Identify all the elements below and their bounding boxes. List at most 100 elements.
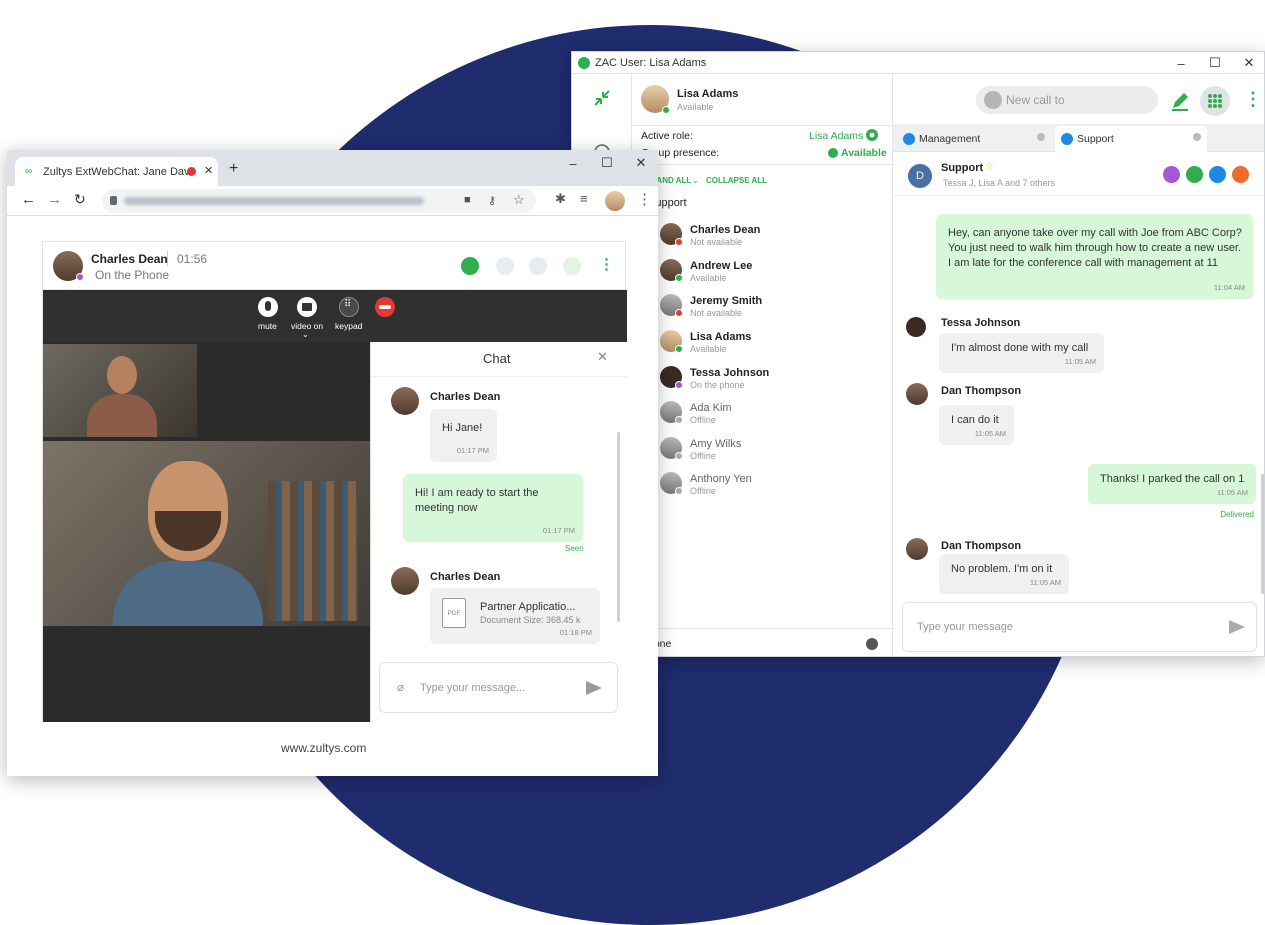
presence-offline-icon <box>675 452 683 460</box>
list-item[interactable]: Tessa Johnson On the phone <box>632 364 893 398</box>
contact-status: Offline <box>690 451 716 461</box>
chat-message-input[interactable]: ⌀ Type your message... <box>379 662 618 713</box>
forward-icon[interactable]: → <box>47 191 62 208</box>
contact-status: Offline <box>690 415 716 425</box>
my-profile[interactable]: Lisa Adams Available <box>632 74 893 126</box>
more-menu-icon[interactable]: ⋮ <box>637 190 652 208</box>
screen-share-icon[interactable] <box>1186 166 1203 183</box>
send-icon[interactable] <box>586 681 602 695</box>
remote-video[interactable] <box>43 441 370 626</box>
zac-window: ZAC User: Lisa Adams – ☐ ✕ Lisa Adams Av… <box>571 51 1265 657</box>
keypad-button[interactable]: ⠿ <box>339 297 359 317</box>
message-placeholder: Type your message <box>917 621 1013 633</box>
more-menu-icon[interactable]: ⋮ <box>599 255 614 273</box>
chat-icon[interactable] <box>461 257 479 275</box>
group-presence-value[interactable]: Available <box>841 147 887 159</box>
active-role-value[interactable]: Lisa Adams <box>809 130 863 142</box>
new-call-input[interactable]: New call to <box>976 86 1158 114</box>
list-item[interactable]: Ada Kim Offline <box>632 399 893 433</box>
minimize-button[interactable]: – <box>556 152 590 174</box>
mute-button[interactable] <box>258 297 278 317</box>
compose-pencil-icon[interactable] <box>1169 90 1191 112</box>
tab-label: Management <box>919 133 981 145</box>
contact-status: Available <box>690 273 727 283</box>
dialpad-button[interactable] <box>1200 86 1230 116</box>
message-time: 11:05 AM <box>1064 357 1096 366</box>
message-time: 11:05 AM <box>1029 578 1061 587</box>
reload-icon[interactable]: ↻ <box>74 191 86 208</box>
footer-url[interactable]: www.zultys.com <box>281 741 366 755</box>
close-tab-icon[interactable]: ✕ <box>204 164 213 177</box>
info-icon[interactable] <box>1209 166 1226 183</box>
gear-icon[interactable] <box>864 127 880 143</box>
close-chat-button[interactable]: ✕ <box>597 349 608 365</box>
conversation-panel: New call to ⋮ Management Support D Suppo… <box>893 74 1264 656</box>
address-bar[interactable]: ■ ⚷ ☆ <box>102 189 536 213</box>
conversation-tabs: Management Support <box>893 124 1264 152</box>
self-video-thumbnail[interactable] <box>43 344 197 437</box>
scrollbar[interactable] <box>617 432 620 622</box>
close-tab-icon[interactable] <box>1037 133 1045 141</box>
contact-name: Andrew Lee <box>690 260 753 272</box>
new-tab-button[interactable]: + <box>229 160 238 178</box>
lock-icon <box>1061 133 1073 145</box>
star-icon[interactable]: ☆ <box>513 192 525 208</box>
keypad-icon: ⠿ <box>344 299 352 310</box>
profile-avatar[interactable] <box>605 191 625 211</box>
tab-management[interactable]: Management <box>897 126 1051 152</box>
active-role-label: Active role: <box>641 130 693 142</box>
collapse-arrows-icon[interactable] <box>592 88 612 108</box>
attachment-icon[interactable]: ⌀ <box>397 680 404 694</box>
list-item[interactable]: Jeremy Smith Not available <box>632 292 893 326</box>
list-item[interactable]: Anthony Yen Offline <box>632 470 893 504</box>
camera-icon[interactable]: ■ <box>464 194 471 206</box>
maximize-button[interactable]: ☐ <box>590 152 624 174</box>
group-avatar: D <box>908 164 932 188</box>
list-item[interactable]: Lisa Adams Available <box>632 328 893 362</box>
video-button[interactable] <box>297 297 317 317</box>
more-menu-icon[interactable]: ⋮ <box>1244 89 1262 109</box>
contact-name: Anthony Yen <box>690 473 752 485</box>
extensions-icon[interactable]: ✱ <box>555 191 566 207</box>
avatar <box>391 567 419 595</box>
list-item[interactable]: Charles Dean Not available <box>632 221 893 255</box>
minus-icon[interactable] <box>866 638 878 650</box>
back-icon[interactable]: ← <box>21 191 36 208</box>
file-attachment[interactable]: PDF Partner Applicatio... Document Size:… <box>430 588 600 644</box>
collapse-all-button[interactable]: COLLAPSE ALL <box>706 176 767 185</box>
contact-status: Not available <box>690 308 743 318</box>
zac-logo-icon <box>578 56 590 69</box>
conversation-header: D Support ☆ Tessa J, Lisa A and 7 others <box>893 152 1264 196</box>
close-button[interactable]: ✕ <box>624 152 658 174</box>
contact-status: Offline <box>690 486 716 496</box>
call-status: On the Phone <box>95 268 170 282</box>
tab-support[interactable]: Support <box>1055 126 1207 152</box>
message-bubble: Thanks! I parked the call on 1 11:05 AM <box>1088 464 1256 504</box>
send-icon[interactable] <box>1229 620 1245 634</box>
close-tab-icon[interactable] <box>1193 133 1201 141</box>
chat-panel: Chat ✕ Charles Dean Hi Jane! 01:17 PM Hi… <box>370 342 628 722</box>
avatar <box>906 383 928 405</box>
screen-share-icon[interactable] <box>563 257 581 275</box>
presence-offline-icon <box>675 487 683 495</box>
chevron-down-icon[interactable]: ⌄ <box>302 330 309 339</box>
presence-on-phone-icon <box>76 273 84 281</box>
list-item[interactable]: Andrew Lee Available <box>632 257 893 291</box>
minimize-button[interactable]: – <box>1164 52 1198 74</box>
hang-up-button[interactable] <box>375 297 395 317</box>
contact-name: Jeremy Smith <box>690 295 763 307</box>
message-input[interactable]: Type your message <box>902 602 1257 652</box>
key-icon[interactable]: ⚷ <box>488 194 496 207</box>
person-icon[interactable] <box>1232 166 1249 183</box>
browser-tab[interactable]: ∞ Zultys ExtWebChat: Jane Dav ✕ <box>15 157 218 186</box>
video-icon[interactable] <box>529 257 547 275</box>
user-icon[interactable] <box>1163 166 1180 183</box>
scrollbar[interactable] <box>1261 474 1264 594</box>
star-icon[interactable]: ☆ <box>985 161 994 172</box>
maximize-button[interactable]: ☐ <box>1198 52 1232 74</box>
list-item[interactable]: Amy Wilks Offline <box>632 435 893 469</box>
phone-icon[interactable] <box>496 257 514 275</box>
close-button[interactable]: ✕ <box>1232 52 1264 74</box>
message-sender: Dan Thompson <box>941 540 1022 552</box>
reading-list-icon[interactable]: ≡ <box>580 191 588 206</box>
